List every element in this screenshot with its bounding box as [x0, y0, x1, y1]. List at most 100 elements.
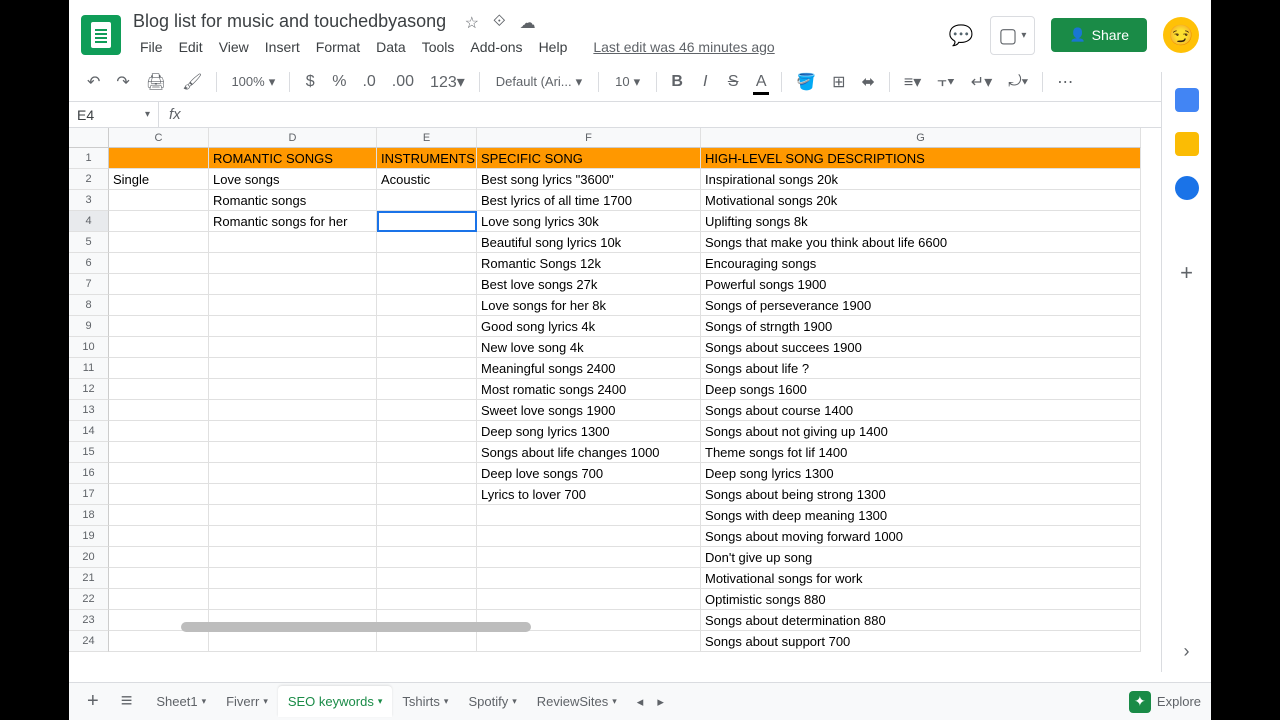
- cell[interactable]: Romantic songs: [209, 190, 377, 211]
- undo-icon[interactable]: ↶: [81, 68, 106, 96]
- cell[interactable]: Motivational songs for work: [701, 568, 1141, 589]
- cell[interactable]: [109, 484, 209, 505]
- all-sheets-button[interactable]: ≡: [113, 686, 141, 717]
- present-button[interactable]: ▢▾: [990, 16, 1036, 55]
- keep-icon[interactable]: [1175, 132, 1199, 156]
- cell[interactable]: [109, 463, 209, 484]
- doc-title[interactable]: Blog list for music and touchedbyasong: [133, 11, 446, 32]
- print-icon[interactable]: 🖨: [140, 68, 172, 96]
- cell[interactable]: [109, 211, 209, 232]
- cell[interactable]: [209, 316, 377, 337]
- cell[interactable]: [109, 442, 209, 463]
- cell[interactable]: [209, 463, 377, 484]
- menu-view[interactable]: View: [212, 35, 256, 59]
- percent-icon[interactable]: %: [326, 69, 352, 95]
- cell[interactable]: [209, 526, 377, 547]
- cell[interactable]: [109, 505, 209, 526]
- tab-prev-icon[interactable]: ◂: [633, 690, 648, 714]
- menu-tools[interactable]: Tools: [415, 35, 462, 59]
- cell[interactable]: [109, 148, 209, 169]
- sheet-tab[interactable]: Spotify: [458, 686, 526, 717]
- cell[interactable]: Don't give up song: [701, 547, 1141, 568]
- cell[interactable]: Deep song lyrics 1300: [477, 421, 701, 442]
- cell[interactable]: Songs about course 1400: [701, 400, 1141, 421]
- cell[interactable]: [209, 421, 377, 442]
- strike-icon[interactable]: S: [721, 69, 745, 95]
- cell[interactable]: Romantic songs for her: [209, 211, 377, 232]
- cell[interactable]: [109, 526, 209, 547]
- row-header[interactable]: 15: [69, 442, 109, 463]
- cell[interactable]: [209, 337, 377, 358]
- cell[interactable]: [209, 358, 377, 379]
- row-header[interactable]: 11: [69, 358, 109, 379]
- row-header[interactable]: 24: [69, 631, 109, 652]
- cell[interactable]: [109, 316, 209, 337]
- cell[interactable]: [109, 190, 209, 211]
- currency-icon[interactable]: $: [298, 69, 322, 95]
- cell[interactable]: Love songs: [209, 169, 377, 190]
- row-header[interactable]: 9: [69, 316, 109, 337]
- cell[interactable]: Good song lyrics 4k: [477, 316, 701, 337]
- menu-format[interactable]: Format: [309, 35, 367, 59]
- cell[interactable]: [377, 442, 477, 463]
- cell[interactable]: [377, 358, 477, 379]
- cell[interactable]: [477, 547, 701, 568]
- cell[interactable]: Lyrics to lover 700: [477, 484, 701, 505]
- cell[interactable]: Songs with deep meaning 1300: [701, 505, 1141, 526]
- cell[interactable]: [109, 295, 209, 316]
- cell[interactable]: Deep love songs 700: [477, 463, 701, 484]
- row-header[interactable]: 1: [69, 148, 109, 169]
- sheet-tab[interactable]: SEO keywords: [278, 686, 393, 717]
- cell[interactable]: Sweet love songs 1900: [477, 400, 701, 421]
- cell[interactable]: Love song lyrics 30k: [477, 211, 701, 232]
- cell[interactable]: [377, 631, 477, 652]
- cell[interactable]: [377, 190, 477, 211]
- column-header[interactable]: D: [209, 128, 377, 148]
- fill-color-icon[interactable]: 🪣: [790, 68, 822, 96]
- cell[interactable]: [109, 337, 209, 358]
- horizontal-scrollbar[interactable]: [181, 622, 531, 632]
- sheet-tab[interactable]: Tshirts: [392, 686, 458, 717]
- menu-insert[interactable]: Insert: [258, 35, 307, 59]
- halign-icon[interactable]: ≡▾: [898, 68, 927, 96]
- cell[interactable]: [377, 400, 477, 421]
- tab-next-icon[interactable]: ▸: [653, 690, 668, 714]
- cell[interactable]: [209, 589, 377, 610]
- add-sheet-button[interactable]: +: [79, 686, 107, 717]
- account-avatar[interactable]: 😏: [1163, 17, 1199, 53]
- merge-icon[interactable]: ⬌: [856, 68, 881, 96]
- last-edit[interactable]: Last edit was 46 minutes ago: [586, 35, 781, 59]
- explore-button[interactable]: ✦ Explore: [1129, 691, 1201, 713]
- cell[interactable]: Deep song lyrics 1300: [701, 463, 1141, 484]
- cell[interactable]: [377, 316, 477, 337]
- sheet-tab[interactable]: ReviewSites: [527, 686, 627, 717]
- cell[interactable]: [209, 547, 377, 568]
- cell[interactable]: Songs about determination 880: [701, 610, 1141, 631]
- cell[interactable]: [377, 505, 477, 526]
- cell[interactable]: [209, 505, 377, 526]
- rotate-icon[interactable]: ⤾▾: [1002, 69, 1034, 95]
- cell[interactable]: Best song lyrics "3600": [477, 169, 701, 190]
- cell[interactable]: [109, 253, 209, 274]
- move-icon[interactable]: ⟐: [493, 13, 506, 33]
- cell[interactable]: Songs about being strong 1300: [701, 484, 1141, 505]
- sheets-logo[interactable]: [81, 15, 121, 55]
- cell[interactable]: [209, 442, 377, 463]
- cell[interactable]: [209, 400, 377, 421]
- cell[interactable]: [209, 253, 377, 274]
- wrap-icon[interactable]: ↵▾: [965, 68, 998, 96]
- cell[interactable]: [209, 631, 377, 652]
- cell[interactable]: [377, 463, 477, 484]
- cell[interactable]: Beautiful song lyrics 10k: [477, 232, 701, 253]
- menu-file[interactable]: File: [133, 35, 170, 59]
- cell[interactable]: Best lyrics of all time 1700: [477, 190, 701, 211]
- cell[interactable]: [109, 274, 209, 295]
- italic-icon[interactable]: I: [693, 69, 717, 95]
- bold-icon[interactable]: B: [665, 69, 689, 95]
- cell[interactable]: Best love songs 27k: [477, 274, 701, 295]
- tasks-icon[interactable]: [1175, 176, 1199, 200]
- cell[interactable]: Optimistic songs 880: [701, 589, 1141, 610]
- cell[interactable]: [109, 631, 209, 652]
- cell[interactable]: New love song 4k: [477, 337, 701, 358]
- cell[interactable]: [209, 484, 377, 505]
